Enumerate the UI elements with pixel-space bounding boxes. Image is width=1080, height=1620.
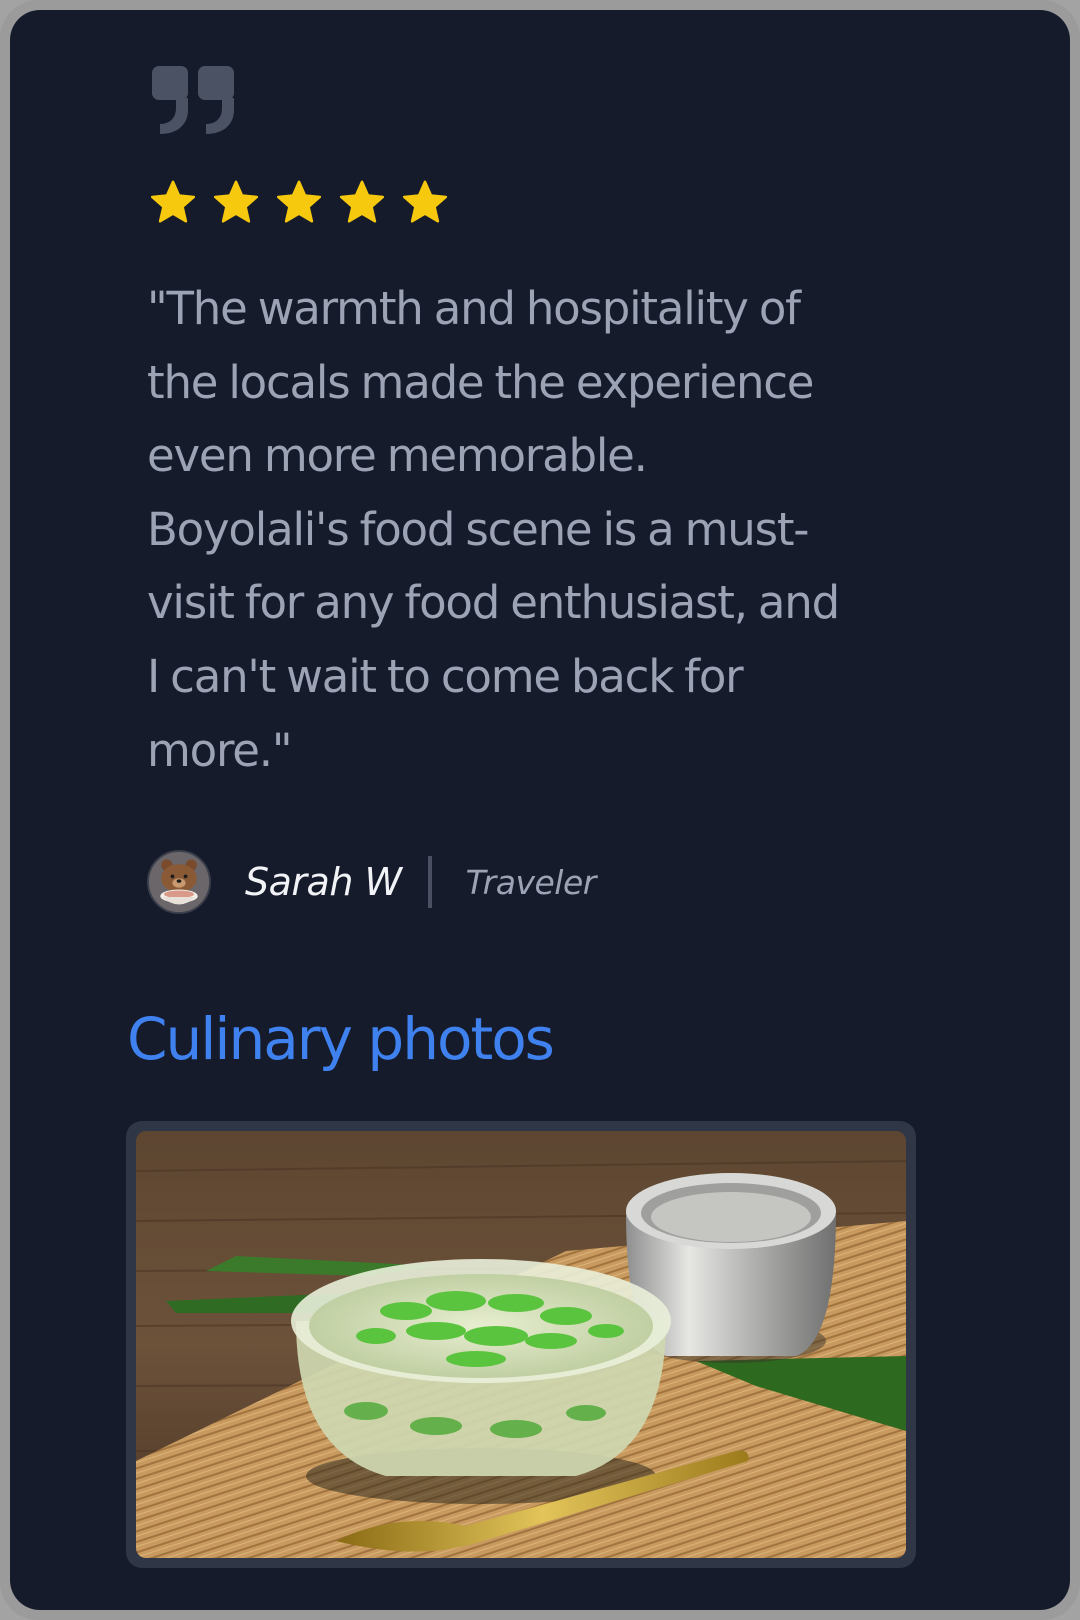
- testimonial-card: "The warmth and hospitality of the local…: [10, 10, 1070, 1610]
- star-icon: [402, 180, 448, 223]
- star-rating: [148, 178, 450, 228]
- section-title: Culinary photos: [127, 1005, 555, 1073]
- bear-avatar-icon: [149, 852, 209, 912]
- author-role: Traveler: [465, 862, 597, 902]
- outer-frame: "The warmth and hospitality of the local…: [0, 0, 1080, 1620]
- culinary-photo[interactable]: [136, 1131, 906, 1558]
- author-name: Sarah W: [245, 860, 402, 904]
- quote-icon: [146, 58, 246, 138]
- star-icon: [339, 180, 385, 223]
- divider: [427, 856, 432, 908]
- review-text: "The warmth and hospitality of the local…: [147, 282, 840, 777]
- photo-card[interactable]: [126, 1121, 916, 1568]
- star-icon: [276, 180, 322, 223]
- avatar: [147, 850, 211, 914]
- star-icon: [150, 180, 196, 223]
- star-icon: [213, 180, 259, 223]
- author-info: Sarah W Traveler: [147, 847, 596, 917]
